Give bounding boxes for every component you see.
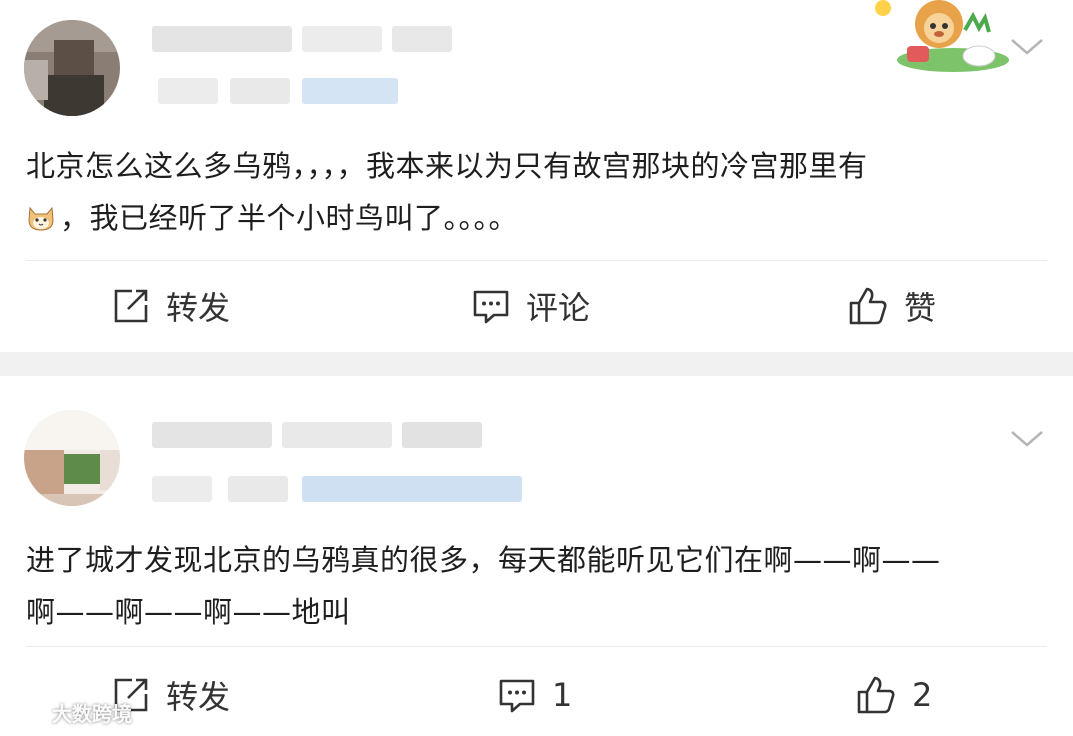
username-blurred[interactable]	[152, 422, 482, 448]
post-text-line-2: ，我已经听了半个小时鸟叫了。。。。	[60, 201, 519, 235]
cat-face-icon	[28, 206, 54, 231]
post-text-line-1: 进了城才发现北京的乌鸦真的很多，每天都能听见它们在啊——啊——	[26, 543, 941, 577]
watermark: 大数跨境	[8, 698, 132, 727]
thumbs-up-icon	[857, 676, 895, 714]
post-meta-blurred	[158, 78, 398, 104]
like-button[interactable]: 赞	[848, 281, 936, 331]
comment-button[interactable]: 评论	[472, 281, 590, 331]
comment-button[interactable]: 1	[498, 670, 572, 720]
username-blurred[interactable]	[152, 26, 452, 52]
post-card-1: 北京怎么这么多乌鸦，，，，我本来以为只有故宫那块的冷宫那里有 ，我已经听了半个小…	[0, 0, 1073, 352]
chevron-down-icon[interactable]	[1009, 34, 1045, 58]
repost-button[interactable]: 转发	[112, 281, 230, 331]
comment-icon	[499, 679, 535, 713]
comment-count: 1	[552, 676, 573, 714]
post-meta-blurred	[152, 476, 522, 502]
post-card-2: 进了城才发现北京的乌鸦真的很多，每天都能听见它们在啊——啊—— 啊——啊——啊—…	[0, 376, 1073, 736]
divider	[26, 260, 1047, 261]
thumbs-up-icon	[849, 287, 887, 325]
watermark-logo-icon	[10, 703, 45, 720]
like-label: 赞	[904, 289, 937, 327]
like-count: 2	[912, 676, 933, 714]
repost-label: 转发	[166, 678, 231, 716]
repost-icon	[114, 289, 148, 323]
divider	[26, 646, 1047, 647]
repost-label: 转发	[166, 289, 231, 327]
chevron-down-icon[interactable]	[1009, 426, 1045, 450]
comment-label: 评论	[526, 289, 591, 327]
post-text: 进了城才发现北京的乌鸦真的很多，每天都能听见它们在啊——啊—— 啊——啊——啊—…	[26, 534, 1033, 638]
avatar[interactable]	[24, 20, 120, 116]
comment-icon	[473, 290, 509, 324]
like-button[interactable]: 2	[856, 670, 932, 720]
feed-separator	[0, 352, 1073, 376]
post-text-line-1: 北京怎么这么多乌鸦，，，，我本来以为只有故宫那块的冷宫那里有	[26, 149, 868, 183]
post-text-line-2: 啊——啊——啊——地叫	[26, 595, 351, 629]
lion-sticker-icon	[875, 0, 1009, 72]
avatar[interactable]	[24, 410, 120, 506]
watermark-text: 大数跨境	[52, 702, 132, 726]
post-text: 北京怎么这么多乌鸦，，，，我本来以为只有故宫那块的冷宫那里有 ，我已经听了半个小…	[26, 140, 1033, 244]
